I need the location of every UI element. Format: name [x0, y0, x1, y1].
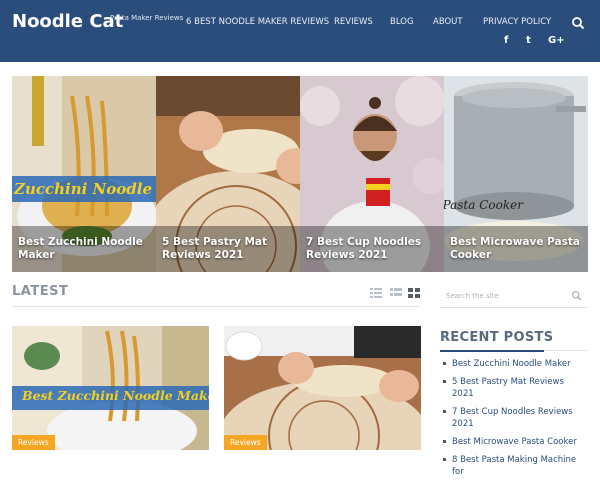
post-card[interactable]: Reviews	[224, 326, 421, 450]
site-tagline: Pasta Maker Reviews	[110, 14, 184, 22]
nav-item-blog[interactable]: BLOG	[390, 17, 414, 27]
slide-cup-noodles[interactable]: 7 Best Cup Noodles Reviews 2021	[300, 76, 444, 272]
recent-post-link[interactable]: Best Microwave Pasta Cooker	[440, 436, 588, 448]
facebook-icon[interactable]: f	[504, 35, 508, 46]
featured-slider: Zucchini Noodle M Best Zucchini Noodle M…	[12, 76, 588, 272]
slide-title[interactable]: Best Microwave Pasta Cooker	[450, 236, 582, 262]
slide-zucchini-noodle-maker[interactable]: Zucchini Noodle M Best Zucchini Noodle M…	[12, 76, 156, 272]
recent-posts-heading: RECENT POSTS	[440, 330, 554, 345]
slide-title[interactable]: 7 Best Cup Noodles Reviews 2021	[306, 236, 438, 262]
category-badge[interactable]: Reviews	[224, 435, 267, 450]
latest-heading: LATEST	[12, 284, 69, 299]
site-logo[interactable]: Noodle Cat	[12, 11, 123, 32]
twitter-icon[interactable]: t	[526, 35, 531, 46]
nav-item-about[interactable]: ABOUT	[433, 17, 463, 27]
compact-list-icon[interactable]	[390, 288, 402, 298]
divider	[12, 306, 420, 307]
nav-item-reviews[interactable]: REVIEWS	[334, 17, 373, 27]
recent-post-link[interactable]: 5 Best Pastry Mat Reviews 2021	[440, 376, 588, 400]
post-image-text: Best Zucchini Noodle Maker	[22, 388, 209, 403]
nav-item-best-noodle-maker[interactable]: 6 BEST NOODLE MAKER REVIEWS	[186, 17, 329, 27]
list-view-icon[interactable]	[370, 288, 382, 298]
sidebar-search[interactable]: Search the site	[440, 284, 588, 308]
category-badge[interactable]: Reviews	[12, 435, 55, 450]
search-icon[interactable]	[571, 290, 582, 301]
slide-title[interactable]: 5 Best Pastry Mat Reviews 2021	[162, 236, 294, 262]
recent-post-link[interactable]: 7 Best Cup Noodles Reviews 2021	[440, 406, 588, 430]
slide-microwave-pasta-cooker[interactable]: Cup Noodlve Pasta Cooker Best Microwave …	[444, 76, 588, 272]
slide-overlay-text: Zucchini Noodle M	[14, 180, 156, 198]
grid-view-icon[interactable]	[408, 288, 420, 298]
site-header: Noodle Cat Pasta Maker Reviews 6 BEST NO…	[0, 0, 600, 62]
recent-post-link[interactable]: Best Zucchini Noodle Maker	[440, 358, 588, 370]
slide-title[interactable]: Best Zucchini Noodle Maker	[18, 236, 150, 262]
post-card[interactable]: Best Zucchini Noodle Maker Reviews	[12, 326, 209, 450]
search-icon[interactable]	[571, 16, 585, 30]
nav-item-privacy-policy[interactable]: PRIVACY POLICY	[483, 17, 551, 27]
slide-pastry-mat[interactable]: 5 Best Pastry Mat Reviews 2021	[156, 76, 300, 272]
recent-post-link[interactable]: 8 Best Pasta Making Machine for	[440, 454, 588, 478]
search-input[interactable]: Search the site	[446, 292, 499, 300]
slide-overlay-text: Cup Noodlve Pasta Cooker	[444, 198, 523, 212]
google-plus-icon[interactable]: G+	[548, 35, 565, 46]
recent-posts-list: Best Zucchini Noodle Maker 5 Best Pastry…	[440, 358, 588, 484]
post-image	[224, 326, 421, 450]
heading-underline	[440, 350, 544, 352]
